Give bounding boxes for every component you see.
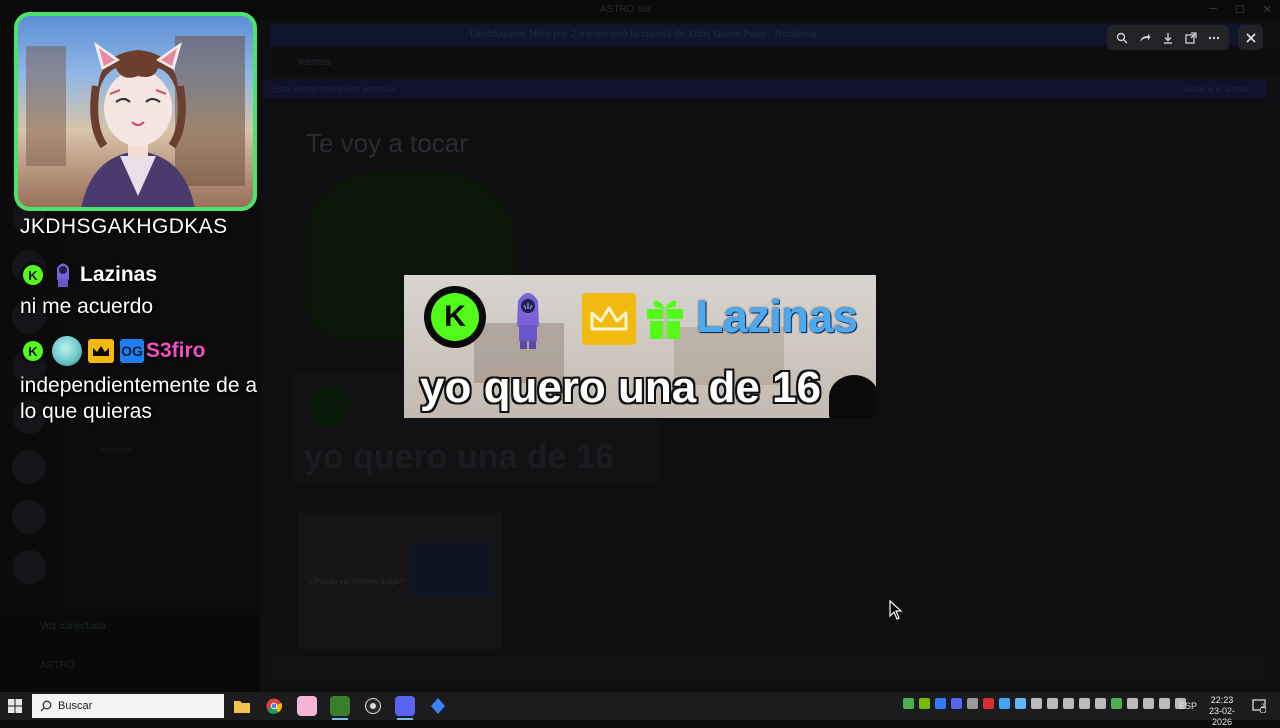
open-external-icon[interactable] <box>1183 30 1199 46</box>
chat-message-header: K OG S3firo <box>20 336 206 366</box>
app-icon[interactable] <box>428 696 448 716</box>
close-icon <box>1245 32 1256 43</box>
nvidia-icon[interactable] <box>919 698 930 709</box>
user-avatar <box>52 336 82 366</box>
image-dark-blob <box>829 375 876 418</box>
volume-icon[interactable] <box>1143 698 1154 709</box>
more-icon[interactable] <box>1206 30 1222 46</box>
viewed-image[interactable]: K Lazinas yo quero una de 16 <box>404 275 876 418</box>
chrome-icon[interactable] <box>264 696 284 716</box>
paint-app-icon[interactable] <box>297 696 317 716</box>
system-tray <box>903 698 1186 709</box>
kick-logo-icon: K <box>424 286 486 348</box>
kick-logo-letter: K <box>444 300 466 333</box>
gift-badge-icon <box>647 300 683 339</box>
kick-logo-letter: K <box>28 267 38 283</box>
tray-app-icon[interactable] <box>1063 698 1074 709</box>
tray-app-icon[interactable] <box>903 698 914 709</box>
viewer-close-button[interactable] <box>1238 25 1263 50</box>
tray-app-icon[interactable] <box>1127 698 1138 709</box>
vtuber-cam-frame <box>14 12 257 211</box>
clock-date: 23-02-2026 <box>1208 706 1235 727</box>
cam-username: JKDHSGAKHGDKAS <box>20 215 228 238</box>
taskbar-clock[interactable]: 22:23 23-02-2026 <box>1200 695 1244 728</box>
discord-icon[interactable] <box>395 696 415 720</box>
hooded-character-icon <box>57 263 69 287</box>
hooded-character-icon <box>517 293 539 349</box>
microphone-icon[interactable] <box>1079 698 1090 709</box>
kick-logo-icon: K <box>20 338 46 364</box>
download-icon[interactable] <box>1160 30 1176 46</box>
obs-icon[interactable] <box>363 696 383 716</box>
og-badge-icon: OG <box>120 339 144 363</box>
network-icon[interactable] <box>1159 698 1170 709</box>
chat-message-text: ni me acuerdo <box>20 295 154 318</box>
kick-logo-icon: K <box>20 262 46 288</box>
taskbar-search-box[interactable]: Buscar <box>32 694 224 718</box>
stream-app-icon[interactable] <box>330 696 350 720</box>
tray-app-icon[interactable] <box>1015 698 1026 709</box>
windows-taskbar: Buscar ESP 22:23 23-02-2026 2 <box>0 692 1280 727</box>
share-icon[interactable] <box>1137 30 1153 46</box>
tray-app-icon[interactable] <box>1111 698 1122 709</box>
windows-start-icon[interactable] <box>8 699 22 713</box>
tray-app-icon[interactable] <box>1095 698 1106 709</box>
crown-badge-icon <box>582 293 636 345</box>
language-indicator[interactable]: ESP <box>1179 701 1197 711</box>
mouse-cursor-icon <box>889 600 903 620</box>
notification-count: 2 <box>1261 704 1265 710</box>
bluetooth-icon[interactable] <box>935 698 946 709</box>
vtuber-avatar <box>81 42 195 207</box>
image-message: yo quero una de 16 <box>420 363 821 412</box>
file-explorer-icon[interactable] <box>232 696 252 716</box>
clock-time: 22:23 <box>1210 695 1234 705</box>
chat-message-header: K Lazinas <box>20 260 157 290</box>
room-shelf <box>26 46 66 166</box>
crown-badge-icon <box>88 339 114 363</box>
tray-app-icon[interactable] <box>983 698 994 709</box>
search-icon <box>40 700 52 712</box>
image-username: Lazinas <box>696 291 858 342</box>
tray-app-icon[interactable] <box>967 698 978 709</box>
tray-app-icon[interactable] <box>1031 698 1042 709</box>
tray-app-icon[interactable] <box>999 698 1010 709</box>
viewer-toolbar <box>1107 25 1229 50</box>
search-placeholder: Buscar <box>58 700 93 712</box>
chat-username: Lazinas <box>80 263 158 286</box>
discord-tray-icon[interactable] <box>951 698 962 709</box>
zoom-icon[interactable] <box>1114 30 1130 46</box>
chat-message-text: independientemente de a lo que quieras <box>20 374 258 423</box>
tray-app-icon[interactable] <box>1047 698 1058 709</box>
kick-logo-letter: K <box>28 343 38 359</box>
chat-username: S3firo <box>146 339 206 362</box>
